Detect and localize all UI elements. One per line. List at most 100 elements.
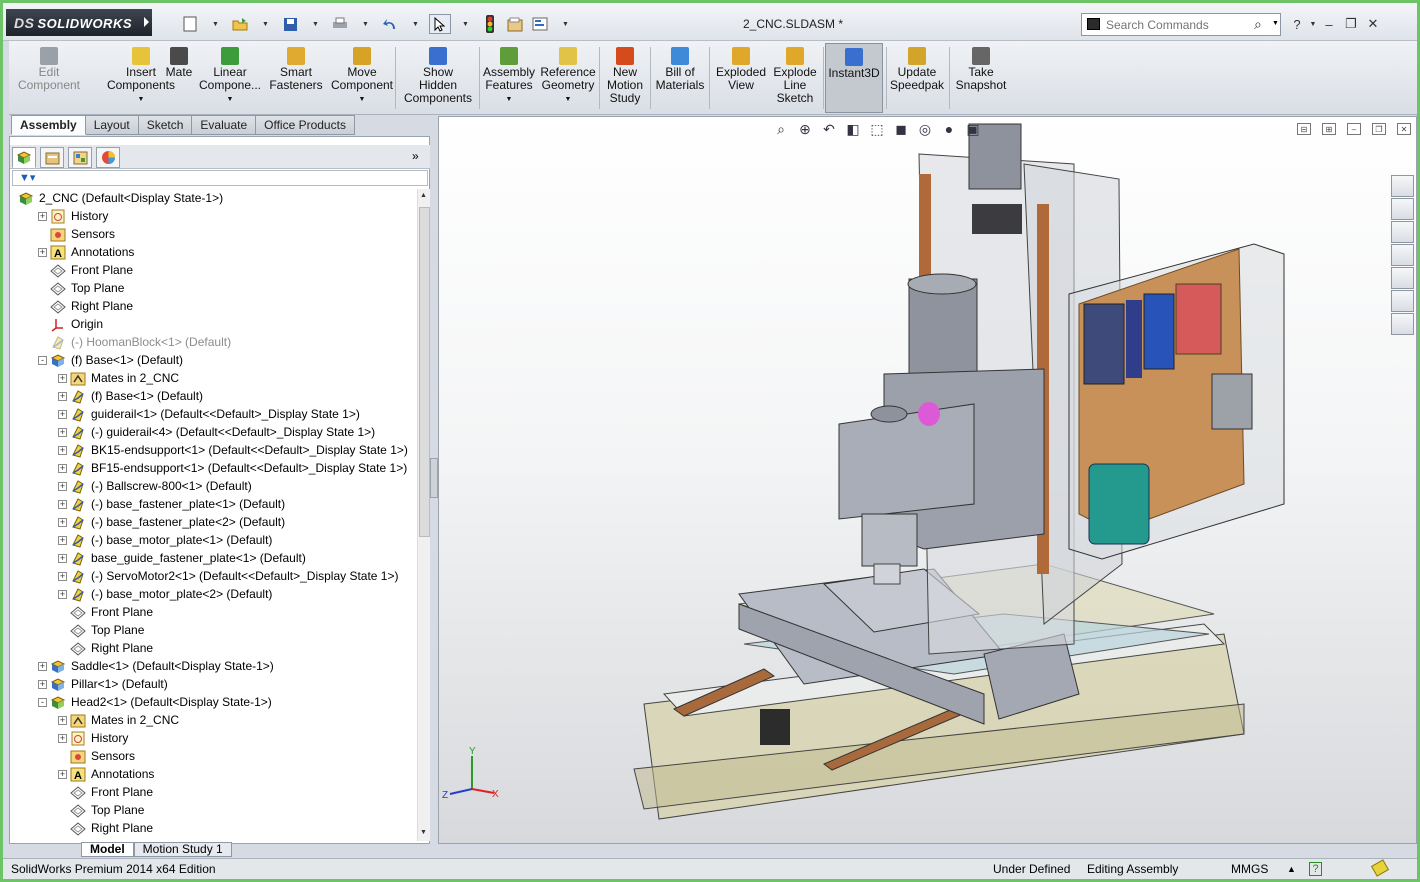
expand-icon[interactable]: + xyxy=(58,499,67,509)
display-manager-tab[interactable] xyxy=(96,147,120,168)
tree-item[interactable]: Right Plane xyxy=(38,297,133,315)
expand-icon[interactable]: + xyxy=(58,769,67,779)
tree-item[interactable]: Sensors xyxy=(38,225,115,243)
select-dropdown[interactable]: ▼ xyxy=(454,14,476,34)
help-status-icon[interactable]: ? xyxy=(1309,862,1322,876)
edit-appearance-icon[interactable]: ● xyxy=(940,121,958,138)
tree-item[interactable]: + BF15-endsupport<1> (Default<<Default>_D… xyxy=(58,459,407,477)
expand-icon[interactable]: + xyxy=(58,391,67,401)
units-selector[interactable]: MMGS xyxy=(1231,862,1268,876)
previous-view-icon[interactable]: ↶ xyxy=(820,121,838,138)
mate-button[interactable]: Mate xyxy=(163,43,195,113)
new-dropdown[interactable]: ▼ xyxy=(204,14,226,34)
minimize-icon[interactable]: – xyxy=(1319,15,1339,33)
collapse-icon[interactable]: - xyxy=(38,355,47,365)
tab-assembly[interactable]: Assembly xyxy=(11,115,86,135)
tree-item[interactable]: Right Plane xyxy=(58,819,153,837)
custom-properties-icon[interactable] xyxy=(1391,313,1414,335)
menu-expand-arrow-icon[interactable] xyxy=(144,17,149,27)
undo-button[interactable] xyxy=(379,14,401,34)
tree-item[interactable]: + BK15-endsupport<1> (Default<<Default>_D… xyxy=(58,441,408,459)
tab-motion-study-1[interactable]: Motion Study 1 xyxy=(133,842,232,857)
chevron-down-icon[interactable]: ▼ xyxy=(227,93,234,106)
tree-item[interactable]: + Pillar<1> (Default) xyxy=(38,675,168,693)
tree-item[interactable]: + A Annotations xyxy=(38,243,134,261)
search-commands-box[interactable]: ⌕ ▼ xyxy=(1081,13,1281,36)
tree-item[interactable]: + base_guide_fastener_plate<1> (Default) xyxy=(58,549,306,567)
feature-manager-tab[interactable] xyxy=(12,147,36,168)
show-hidden-button[interactable]: Show Hidden Components xyxy=(397,43,479,113)
expand-icon[interactable]: + xyxy=(58,571,67,581)
hide-show-items-icon[interactable]: ◎ xyxy=(916,121,934,138)
property-manager-tab[interactable] xyxy=(40,147,64,168)
print-button[interactable] xyxy=(329,14,351,34)
design-library-icon[interactable] xyxy=(1391,221,1414,243)
expand-icon[interactable]: + xyxy=(58,427,67,437)
tree-item[interactable]: + Mates in 2_CNC xyxy=(58,369,179,387)
graphics-area[interactable]: Y X Z ⌕ ⊕ ↶ ◧ ⬚ ◼ ◎ ● ▣ ⊟ ⊞ – ❐ ✕ xyxy=(438,116,1417,844)
tree-item[interactable]: + guiderail<1> (Default<<Default>_Display… xyxy=(58,405,360,423)
section-view-icon[interactable]: ◧ xyxy=(844,121,862,138)
tree-item[interactable]: + A Annotations xyxy=(58,765,154,783)
restore-icon[interactable]: ❐ xyxy=(1341,15,1361,33)
viewport-minimize-icon[interactable]: – xyxy=(1347,123,1361,135)
open-dropdown[interactable]: ▼ xyxy=(254,14,276,34)
cnc-machine-model[interactable]: Y X Z xyxy=(439,117,1417,844)
tree-item[interactable]: 2_CNC (Default<Display State-1>) xyxy=(18,189,223,207)
tree-item[interactable]: + (-) base_motor_plate<2> (Default) xyxy=(58,585,272,603)
chevron-down-icon[interactable]: ▼ xyxy=(138,93,145,106)
linear-pattern-button[interactable]: Linear Compone... ▼ xyxy=(199,43,261,113)
tree-item[interactable]: + (-) Ballscrew-800<1> (Default) xyxy=(58,477,252,495)
solidworks-resources-icon[interactable] xyxy=(1391,175,1414,197)
home-icon[interactable] xyxy=(1391,198,1414,220)
viewport-split-vertical-icon[interactable]: ⊞ xyxy=(1322,123,1336,135)
collapse-icon[interactable]: - xyxy=(38,697,47,707)
new-document-button[interactable] xyxy=(179,14,201,34)
viewport-close-icon[interactable]: ✕ xyxy=(1397,123,1411,135)
scrollbar-thumb[interactable] xyxy=(419,207,430,537)
expand-icon[interactable]: + xyxy=(58,445,67,455)
display-style-icon[interactable]: ◼ xyxy=(892,121,910,138)
exploded-view-button[interactable]: Exploded View xyxy=(713,43,769,113)
tree-item[interactable]: + History xyxy=(58,729,128,747)
tree-item[interactable]: + (f) Base<1> (Default) xyxy=(58,387,203,405)
reference-geometry-button[interactable]: Reference Geometry ▼ xyxy=(539,43,597,113)
expand-icon[interactable]: + xyxy=(38,211,47,221)
chevron-down-icon[interactable]: ▼ xyxy=(359,93,366,106)
tree-item[interactable]: (-) HoomanBlock<1> (Default) xyxy=(38,333,231,351)
scroll-up-icon[interactable]: ▲ xyxy=(420,192,427,199)
snapshot-button[interactable]: Take Snapshot xyxy=(953,43,1009,113)
bom-button[interactable]: Bill of Materials xyxy=(652,43,708,113)
appearances-icon[interactable] xyxy=(1391,290,1414,312)
view-settings-icon[interactable]: ▣ xyxy=(964,121,982,138)
pane-splitter[interactable] xyxy=(430,458,438,498)
tree-item[interactable]: Sensors xyxy=(58,747,135,765)
smart-fasteners-button[interactable]: Smart Fasteners xyxy=(265,43,327,113)
expand-icon[interactable]: + xyxy=(38,661,47,671)
expand-icon[interactable]: + xyxy=(58,409,67,419)
options-button[interactable] xyxy=(529,14,551,34)
tree-item[interactable]: Right Plane xyxy=(58,639,153,657)
expand-icon[interactable]: + xyxy=(58,481,67,491)
tree-item[interactable]: + (-) guiderail<4> (Default<<Default>_Dis… xyxy=(58,423,375,441)
expand-icon[interactable]: + xyxy=(58,535,67,545)
save-button[interactable] xyxy=(279,14,301,34)
view-orientation-icon[interactable]: ⬚ xyxy=(868,121,886,138)
open-button[interactable] xyxy=(229,14,251,34)
tree-item[interactable]: + (-) base_motor_plate<1> (Default) xyxy=(58,531,272,549)
file-properties-button[interactable] xyxy=(504,14,526,34)
motion-study-button[interactable]: New Motion Study xyxy=(602,43,648,113)
tree-item[interactable]: - (f) Base<1> (Default) xyxy=(38,351,183,369)
more-tabs-icon[interactable]: » xyxy=(412,149,419,163)
explode-line-button[interactable]: Explode Line Sketch xyxy=(771,43,819,113)
help-icon[interactable]: ? xyxy=(1287,15,1307,33)
close-icon[interactable]: ✕ xyxy=(1363,15,1383,33)
tab-sketch[interactable]: Sketch xyxy=(138,115,193,135)
select-button[interactable] xyxy=(429,14,451,34)
tree-item[interactable]: Top Plane xyxy=(58,801,144,819)
tab-layout[interactable]: Layout xyxy=(85,115,139,135)
expand-icon[interactable]: + xyxy=(58,733,67,743)
viewport-split-horizontal-icon[interactable]: ⊟ xyxy=(1297,123,1311,135)
tree-item[interactable]: + Mates in 2_CNC xyxy=(58,711,179,729)
tree-item[interactable]: Origin xyxy=(38,315,103,333)
